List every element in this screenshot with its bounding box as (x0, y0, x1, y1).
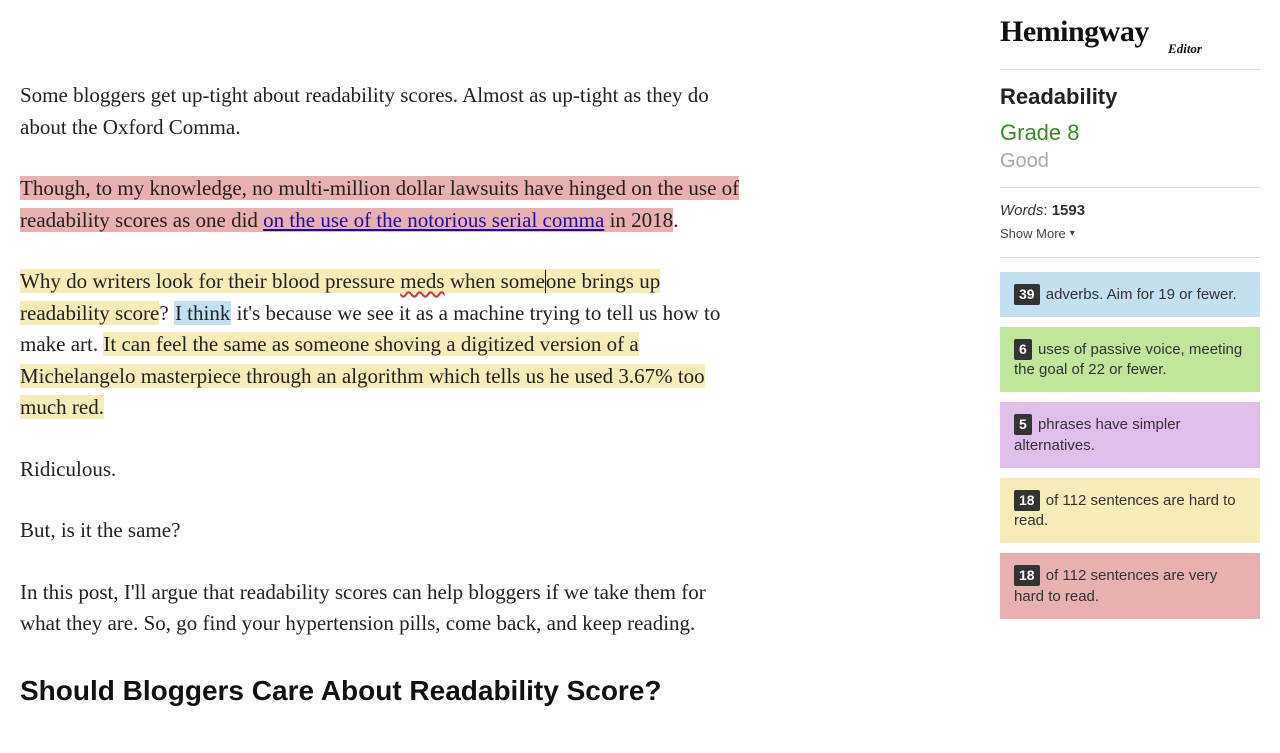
readability-quality: Good (1000, 150, 1260, 173)
qualifier-highlight[interactable]: I think (174, 301, 231, 325)
chevron-down-icon: ▾ (1070, 228, 1075, 239)
stat-card-very-hard[interactable]: 18 of 112 sentences are very hard to rea… (1000, 553, 1260, 619)
stat-text: of 112 sentences are very hard to read. (1014, 567, 1217, 604)
word-count-line: Words: 1593 (1000, 202, 1260, 219)
editor-pane[interactable]: Some bloggers get up-tight about readabi… (0, 0, 1000, 753)
paragraph[interactable]: Ridiculous. (20, 454, 750, 486)
show-more-toggle[interactable]: Show More ▾ (1000, 226, 1075, 241)
very-hard-sentence[interactable]: Though, to my knowledge, no multi-millio… (20, 176, 739, 232)
paragraph[interactable]: Though, to my knowledge, no multi-millio… (20, 173, 750, 236)
app-logo: Hemingway Editor (1000, 18, 1260, 61)
divider (1000, 187, 1260, 188)
sidebar: Hemingway Editor Readability Grade 8 Goo… (1000, 0, 1260, 753)
readability-grade: Grade 8 (1000, 120, 1260, 146)
divider (1000, 257, 1260, 258)
stat-badge: 5 (1014, 414, 1032, 435)
stat-badge: 18 (1014, 565, 1040, 586)
stat-card-complex[interactable]: 5 phrases have simpler alternatives. (1000, 402, 1260, 468)
stat-card-adverbs[interactable]: 39 adverbs. Aim for 19 or fewer. (1000, 272, 1260, 317)
paragraph[interactable]: Why do writers look for their blood pres… (20, 266, 750, 424)
stat-card-passive[interactable]: 6 uses of passive voice, meeting the goa… (1000, 327, 1260, 393)
readability-heading: Readability (1000, 84, 1260, 110)
paragraph[interactable]: But, is it the same? (20, 515, 750, 547)
link-serial-comma[interactable]: on the use of the notorious serial comma (263, 208, 604, 232)
section-heading[interactable]: Should Bloggers Care About Readability S… (20, 670, 980, 712)
stat-card-hard[interactable]: 18 of 112 sentences are hard to read. (1000, 478, 1260, 544)
stat-badge: 18 (1014, 490, 1040, 511)
stat-text: adverbs. Aim for 19 or fewer. (1042, 286, 1237, 303)
stat-text: phrases have simpler alternatives. (1014, 416, 1181, 453)
word-count-value: 1593 (1052, 202, 1085, 219)
paragraph[interactable]: In this post, I'll argue that readabilit… (20, 577, 750, 640)
stat-text: uses of passive voice, meeting the goal … (1014, 341, 1242, 378)
divider (1000, 69, 1260, 70)
stat-text: of 112 sentences are hard to read. (1014, 492, 1236, 529)
show-more-label: Show More (1000, 226, 1066, 241)
stat-badge: 39 (1014, 284, 1040, 305)
paragraph[interactable]: Some bloggers get up-tight about readabi… (20, 80, 750, 143)
logo-text: Hemingway (1000, 15, 1149, 48)
hard-sentence[interactable]: It can feel the same as someone shoving … (20, 332, 705, 419)
stat-badge: 6 (1014, 339, 1032, 360)
word-count-label: Words (1000, 202, 1043, 219)
spelling-error[interactable]: meds (400, 269, 444, 293)
